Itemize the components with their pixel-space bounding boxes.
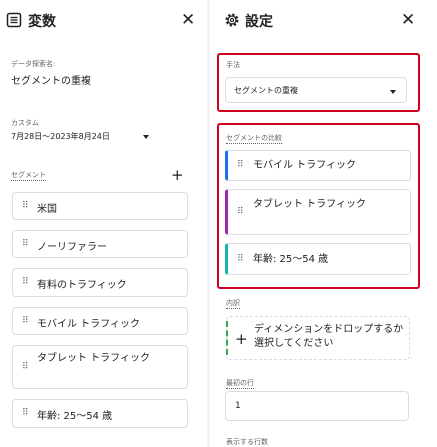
drag-handle-icon[interactable]: ⠿ <box>237 207 244 217</box>
segment-compare-label: セグメントの比較 <box>226 134 282 144</box>
drag-handle-icon[interactable]: ⠿ <box>237 254 244 264</box>
compare-segment-chip[interactable]: ⠿ 年齢: 25～54 歳 <box>225 243 411 275</box>
segment-chip[interactable]: ⠿ モバイル トラフィック <box>12 307 188 335</box>
segment-label: 米国 <box>37 204 57 215</box>
dataset-name[interactable]: セグメントの重複 <box>11 72 91 87</box>
drag-handle-icon[interactable]: ⠿ <box>22 277 29 287</box>
segments-label: セグメント <box>11 171 46 181</box>
add-icon[interactable]: + <box>235 330 248 348</box>
gear-icon <box>225 13 239 27</box>
drag-handle-icon[interactable]: ⠿ <box>237 160 244 170</box>
custom-label: カスタム <box>11 119 39 127</box>
close-icon[interactable]: ✕ <box>181 10 195 30</box>
drag-handle-icon[interactable]: ⠿ <box>22 408 29 418</box>
chevron-down-icon[interactable] <box>143 135 149 139</box>
segment-label: 年齢: 25～54 歳 <box>37 411 113 422</box>
dataset-label: データ探索名: <box>11 60 56 68</box>
rows-to-show-label: 表示する行数 <box>226 438 268 446</box>
compare-segment-chip[interactable]: ⠿ モバイル トラフィック <box>225 150 411 181</box>
segment-label: タブレット トラフィック <box>37 353 150 364</box>
variables-title: 変数 <box>28 14 56 30</box>
segment-chip[interactable]: ⠿ タブレット トラフィック <box>12 345 188 389</box>
segment-label: モバイル トラフィック <box>37 319 140 330</box>
segment-label: 有料のトラフィック <box>37 280 127 291</box>
compare-segment-label: モバイル トラフィック <box>253 160 356 171</box>
segment-label: ノーリファラー <box>37 242 107 253</box>
date-range[interactable]: 7月28日～2023年8月24日 <box>11 131 110 142</box>
drag-handle-icon[interactable]: ⠿ <box>22 239 29 249</box>
settings-title: 設定 <box>245 14 273 30</box>
chevron-down-icon <box>390 90 396 94</box>
technique-select[interactable]: セグメントの重複 <box>225 77 407 103</box>
compare-segment-label: 年齢: 25～54 歳 <box>253 254 329 265</box>
first-row-label: 最初の行 <box>226 379 254 389</box>
first-row-input[interactable]: 1 <box>225 391 409 421</box>
dimension-drop-zone[interactable]: + ディメンションをドロップするか選択してください <box>226 316 410 360</box>
segment-chip[interactable]: ⠿ 年齢: 25～54 歳 <box>12 399 188 428</box>
drag-handle-icon[interactable]: ⠿ <box>22 362 29 372</box>
segment-chip[interactable]: ⠿ ノーリファラー <box>12 230 188 258</box>
first-row-value: 1 <box>235 401 241 411</box>
close-icon[interactable]: ✕ <box>401 10 415 30</box>
drag-handle-icon[interactable]: ⠿ <box>22 201 29 211</box>
drag-handle-icon[interactable]: ⠿ <box>22 316 29 326</box>
segment-chip[interactable]: ⠿ 有料のトラフィック <box>12 268 188 297</box>
drop-zone-indicator <box>226 321 228 355</box>
variables-panel: 変数 ✕ データ探索名: セグメントの重複 カスタム 7月28日～2023年8月… <box>0 0 207 447</box>
add-segment-icon[interactable]: + <box>171 166 184 184</box>
compare-segment-label: タブレット トラフィック <box>253 199 366 210</box>
compare-segment-chip[interactable]: ⠿ タブレット トラフィック <box>225 189 411 235</box>
settings-header: 設定 ✕ <box>210 0 437 40</box>
breakdown-label: 内訳 <box>226 299 240 309</box>
segment-chip[interactable]: ⠿ 米国 <box>12 192 188 220</box>
variables-icon <box>6 12 22 28</box>
drop-zone-text: ディメンションをドロップするか選択してください <box>254 324 404 349</box>
variables-header: 変数 ✕ <box>0 0 207 40</box>
technique-label: 手法 <box>226 61 240 69</box>
technique-value: セグメントの重複 <box>234 86 298 95</box>
